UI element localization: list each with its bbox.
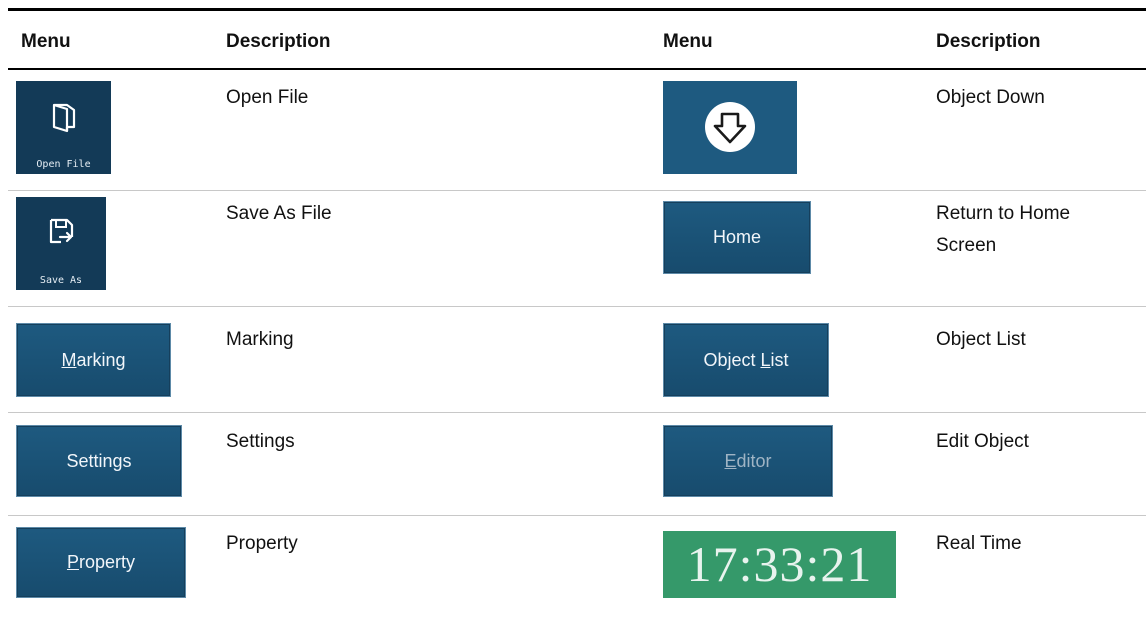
save-as-caption: Save As bbox=[39, 275, 83, 286]
open-file-caption: Open File bbox=[36, 159, 91, 170]
description-edit-object: Edit Object bbox=[936, 431, 1029, 452]
header-description-right: Description bbox=[936, 31, 1041, 52]
description-object-list: Object List bbox=[936, 329, 1026, 350]
save-as-button[interactable]: Save As bbox=[16, 197, 106, 290]
row-divider bbox=[8, 515, 1146, 516]
row-divider bbox=[8, 412, 1146, 413]
marking-mnemonic: M bbox=[61, 349, 77, 370]
object-down-button[interactable] bbox=[663, 81, 797, 174]
settings-button[interactable]: Settings bbox=[16, 425, 182, 497]
description-return-home: Return to Home Screen bbox=[936, 198, 1070, 262]
arrow-down-icon bbox=[705, 102, 755, 152]
editor-mnemonic: E bbox=[724, 450, 737, 471]
description-open-file: Open File bbox=[226, 87, 309, 108]
marking-button[interactable]: Marking bbox=[16, 323, 171, 397]
marking-button-label: Marking bbox=[61, 350, 125, 371]
editor-label-rest: ditor bbox=[736, 450, 772, 471]
object-list-button-label: Object List bbox=[703, 350, 788, 371]
description-settings: Settings bbox=[226, 431, 295, 452]
row-divider bbox=[8, 306, 1146, 307]
settings-button-label: Settings bbox=[66, 450, 132, 471]
object-list-label-prefix: Object bbox=[703, 349, 761, 370]
home-button[interactable]: Home bbox=[663, 201, 811, 274]
header-menu-left: Menu bbox=[21, 31, 71, 52]
description-marking: Marking bbox=[226, 329, 294, 350]
description-return-home-line2: Screen bbox=[936, 235, 997, 256]
description-save-as-file: Save As File bbox=[226, 203, 332, 224]
object-list-label-rest: ist bbox=[770, 349, 789, 370]
editor-button-label: Editor bbox=[724, 451, 771, 472]
real-time-clock: 17:33:21 bbox=[663, 531, 896, 598]
property-button-label: Property bbox=[67, 552, 135, 573]
property-mnemonic: P bbox=[66, 552, 79, 572]
property-label-rest: roperty bbox=[78, 552, 136, 572]
home-button-label: Home bbox=[712, 227, 761, 247]
row-divider bbox=[8, 190, 1146, 191]
save-as-icon bbox=[49, 218, 74, 244]
marking-label-rest: arking bbox=[76, 349, 126, 370]
description-property: Property bbox=[226, 533, 298, 554]
folder-icon bbox=[52, 103, 76, 133]
property-button[interactable]: Property bbox=[16, 527, 186, 598]
object-list-mnemonic: L bbox=[760, 349, 771, 370]
description-return-home-line1: Return to Home bbox=[936, 203, 1071, 224]
header-description-left: Description bbox=[226, 31, 331, 52]
description-object-down: Object Down bbox=[936, 87, 1045, 108]
header-menu-right: Menu bbox=[663, 31, 713, 52]
editor-button[interactable]: Editor bbox=[663, 425, 833, 497]
menu-table: Menu Description Menu Description Open F… bbox=[0, 0, 1148, 617]
description-real-time: Real Time bbox=[936, 533, 1022, 554]
object-list-button[interactable]: Object List bbox=[663, 323, 829, 397]
table-top-rule bbox=[8, 8, 1146, 11]
open-file-button[interactable]: Open File bbox=[16, 81, 111, 174]
header-rule bbox=[8, 68, 1146, 70]
